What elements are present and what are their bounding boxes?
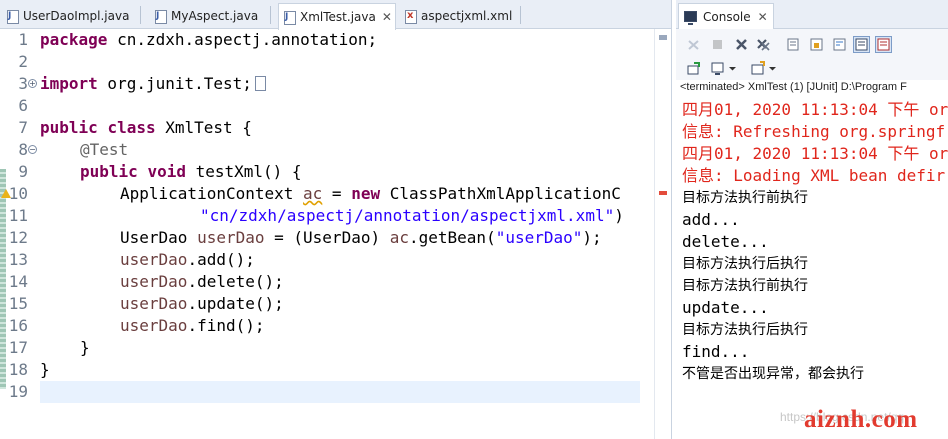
tab-myaspect[interactable]: MyAspect.java (150, 3, 258, 29)
output-line: delete... (682, 232, 769, 251)
show-on-stdout-icon[interactable] (853, 36, 870, 53)
tab-label: MyAspect.java (171, 9, 259, 23)
line-number: 1 (18, 30, 28, 49)
console-toolbar-secondary (676, 56, 948, 80)
code-area[interactable]: package cn.zdxh.aspectj.annotation; impo… (40, 29, 640, 439)
output-line: 目标方法执行后执行 (682, 256, 808, 272)
java-file-icon (154, 9, 167, 24)
output-line: update... (682, 298, 769, 317)
code-line: "cn/zdxh/aspectj/annotation/aspectjxml.x… (200, 206, 624, 225)
line-number: 18 (8, 360, 28, 379)
tab-xmltest[interactable]: XmlTest.java ✕ (278, 3, 396, 30)
line-number: 9 (18, 162, 28, 181)
console-output[interactable]: 四月01, 2020 11:13:04 下午 or 信息: Refreshing… (682, 99, 948, 385)
editor-tab-bar: UserDaoImpl.java MyAspect.java XmlTest.j… (0, 0, 671, 30)
launch-status: <terminated> XmlTest (1) [JUnit] D:\Prog… (680, 81, 907, 93)
code-line: userDao.delete(); (120, 272, 284, 291)
expand-fold-icon[interactable]: + (28, 79, 37, 88)
close-icon[interactable]: ✕ (382, 10, 392, 24)
console-toolbar (676, 29, 948, 59)
pin-console-icon[interactable] (686, 61, 701, 76)
xml-file-icon (404, 9, 417, 24)
line-number: 8 (18, 140, 28, 159)
line-number: 2 (18, 52, 28, 71)
line-number: 6 (18, 96, 28, 115)
console-icon (684, 11, 697, 25)
output-line: 信息: Loading XML bean defir (682, 166, 946, 185)
code-line: userDao.add(); (120, 250, 255, 269)
console-view[interactable]: Console ✕ <terminated> XmlTest (1) [JUni… (676, 0, 948, 439)
open-console-icon[interactable] (750, 61, 765, 76)
collapse-fold-icon[interactable]: − (28, 145, 37, 154)
code-line: ApplicationContext ac = new ClassPathXml… (120, 184, 621, 203)
warning-icon[interactable] (1, 189, 11, 198)
line-number-gutter: 1 2 3 + 6 7 8 − 9 10 11 12 13 14 15 16 1… (0, 29, 37, 439)
code-line: public void testXml() { (80, 162, 302, 181)
word-wrap-icon[interactable] (832, 37, 847, 52)
overview-ruler[interactable] (654, 29, 671, 439)
tab-aspectjxml[interactable]: aspectjxml.xml (400, 3, 512, 29)
remove-launch-icon[interactable] (686, 37, 701, 52)
tab-label: Console (703, 9, 751, 24)
line-number: 15 (8, 294, 28, 313)
line-number: 13 (8, 250, 28, 269)
tab-userdaoimpl[interactable]: UserDaoImpl.java (2, 3, 129, 29)
output-line: 四月01, 2020 11:13:04 下午 or (682, 100, 948, 119)
line-number: 11 (8, 206, 28, 225)
code-line: } (40, 360, 50, 379)
line-number: 19 (8, 382, 28, 401)
line-number: 17 (8, 338, 28, 357)
line-number: 14 (8, 272, 28, 291)
tab-label: XmlTest.java (300, 10, 376, 24)
tab-console[interactable]: Console ✕ (678, 3, 774, 29)
output-line: 不管是否出现异常，都会执行 (682, 366, 864, 382)
line-number: 12 (8, 228, 28, 247)
output-line: 目标方法执行前执行 (682, 278, 808, 294)
code-line: public class XmlTest { (40, 118, 252, 137)
collapsed-imports-icon (254, 76, 266, 91)
line-number: 16 (8, 316, 28, 335)
line-number: 10 (8, 184, 28, 203)
code-line: import org.junit.Test; (40, 73, 266, 95)
java-file-icon (283, 10, 296, 25)
tab-label: aspectjxml.xml (421, 9, 513, 23)
terminate-icon[interactable] (710, 37, 725, 52)
code-line: userDao.update(); (120, 294, 284, 313)
chevron-down-icon[interactable] (728, 61, 737, 76)
show-on-stderr-icon[interactable] (875, 36, 892, 53)
code-line: } (80, 338, 90, 357)
close-icon[interactable]: ✕ (758, 10, 768, 24)
tab-label: UserDaoImpl.java (23, 9, 130, 23)
display-console-icon[interactable] (710, 61, 725, 76)
output-line: find... (682, 342, 750, 361)
error-marker[interactable] (659, 191, 667, 195)
output-line: add... (682, 210, 740, 229)
code-editor[interactable]: UserDaoImpl.java MyAspect.java XmlTest.j… (0, 0, 672, 439)
remove-all-icon[interactable] (756, 37, 771, 52)
output-line: 目标方法执行后执行 (682, 322, 808, 338)
java-file-icon (6, 9, 19, 24)
code-line: package cn.zdxh.aspectj.annotation; (40, 30, 378, 49)
line-number: 7 (18, 118, 28, 137)
line-number: 3 (18, 74, 28, 93)
output-line: 四月01, 2020 11:13:04 下午 or (682, 144, 948, 163)
chevron-down-icon[interactable] (768, 61, 777, 76)
change-indicator (0, 169, 6, 389)
scroll-lock-icon[interactable] (809, 37, 824, 52)
code-line: UserDao userDao = (UserDao) ac.getBean("… (120, 228, 602, 247)
remove-icon[interactable] (734, 37, 749, 52)
output-line: 目标方法执行前执行 (682, 190, 808, 206)
clear-console-icon[interactable] (786, 37, 801, 52)
output-line: 信息: Refreshing org.springf (682, 122, 946, 141)
overview-marker[interactable] (659, 35, 667, 40)
code-line: @Test (80, 140, 129, 159)
console-tab-bar: Console ✕ (676, 0, 948, 29)
code-line: userDao.find(); (120, 316, 265, 335)
watermark-logo: aiznh.com (804, 406, 918, 433)
